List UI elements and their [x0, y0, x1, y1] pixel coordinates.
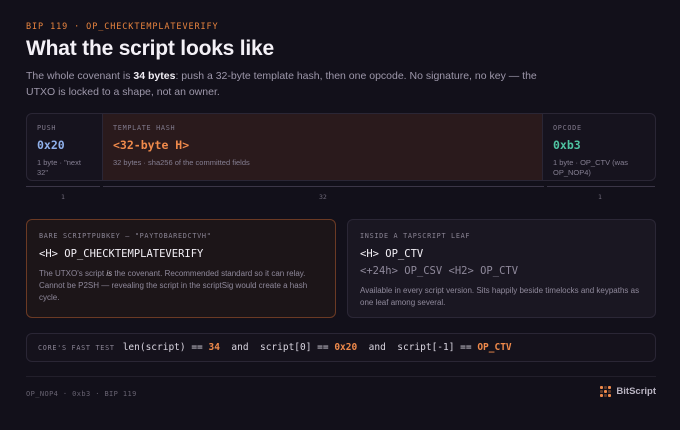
byte-cell-label: PUSH [37, 124, 57, 132]
expr-value-last-byte: OP_CTV [477, 342, 512, 353]
expr-value-length: 34 [208, 342, 220, 353]
expr-part: and script[-1] == [357, 342, 478, 353]
footer-divider [26, 376, 656, 377]
lead-pre: The whole covenant is [26, 70, 134, 82]
panel-code-secondary: <+24h> OP_CSV <H2> OP_CTV [360, 265, 519, 277]
scale-size: 1 [598, 193, 602, 201]
byte-cell-code: <32-byte H> [113, 138, 190, 152]
eyebrow: BIP 119 · OP_CHECKTEMPLATEVERIFY [26, 22, 219, 32]
panel-code: <H> OP_CTV [360, 248, 424, 260]
panel-label: INSIDE A TAPSCRIPT LEAF [360, 232, 471, 240]
expr-part: len(script) == [122, 342, 209, 353]
panel-code: <H> OP_CHECKTEMPLATEVERIFY [39, 248, 204, 260]
byte-cell-code: 0xb3 [553, 138, 581, 152]
panel-text: Available in every script version. Sits … [360, 286, 640, 307]
byte-cell-label: OPCODE [553, 124, 582, 132]
fast-test-bar: CORE'S FAST TEST len(script) == 34 and s… [26, 333, 656, 362]
brand: BitScript [600, 386, 656, 397]
page-title: What the script looks like [26, 37, 275, 60]
panel-label: BARE SCRIPTPUBKEY — "PAYTOBAREDCTVH" [39, 232, 212, 240]
panel-text-pre: The UTXO's script [39, 269, 107, 278]
byte-scale-push: 1 [26, 186, 102, 201]
byte-cell-code: 0x20 [37, 138, 65, 152]
scale-size: 1 [61, 193, 65, 201]
lead-paragraph: The whole covenant is 34 bytes: push a 3… [26, 68, 551, 100]
byte-cell-push: PUSH 0x20 1 byte · "next 32" [27, 114, 103, 180]
byte-cell-label: TEMPLATE HASH [113, 124, 176, 132]
fast-test-label: CORE'S FAST TEST [38, 343, 115, 352]
brand-name: BitScript [616, 386, 656, 397]
expr-part: and script[0] == [219, 342, 335, 353]
bitscript-logo-icon [600, 386, 612, 397]
scale-bar [26, 186, 100, 187]
bare-scriptpubkey-panel: BARE SCRIPTPUBKEY — "PAYTOBAREDCTVH" <H>… [26, 219, 336, 318]
byte-cell-desc: 32 bytes · sha256 of the committed field… [113, 158, 250, 167]
tapscript-leaf-panel: INSIDE A TAPSCRIPT LEAF <H> OP_CTV <+24h… [347, 219, 656, 318]
byte-cell-template-hash: TEMPLATE HASH <32-byte H> 32 bytes · sha… [103, 114, 543, 180]
byte-cell-opcode: OPCODE 0xb3 1 byte · OP_CTV (was OP_NOP4… [543, 114, 655, 180]
scale-bar [547, 186, 655, 187]
scale-size: 32 [319, 193, 327, 201]
expr-value-first-byte: 0x20 [334, 342, 358, 353]
byte-cell-desc: 1 byte · OP_CTV (was OP_NOP4) [553, 158, 629, 177]
fast-test-expression: len(script) == 34 and script[0] == 0x20 … [123, 342, 512, 353]
panel-text: The UTXO's script is the covenant. Recom… [39, 268, 323, 304]
lead-bold: 34 bytes [133, 70, 176, 82]
byte-layout: PUSH 0x20 1 byte · "next 32" TEMPLATE HA… [26, 113, 656, 181]
byte-cell-desc: 1 byte · "next 32" [37, 158, 81, 177]
byte-scale-hash: 32 [103, 186, 544, 201]
byte-scale-opcode: 1 [545, 186, 656, 201]
scale-bar [103, 186, 544, 187]
footer-caption: OP_NOP4 · 0xb3 · BIP 119 [26, 390, 137, 398]
